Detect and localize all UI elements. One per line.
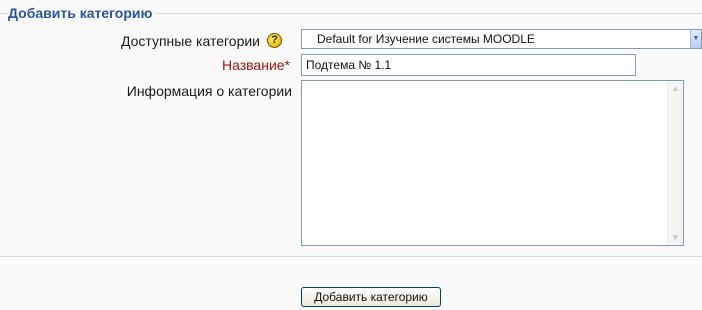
parent-category-selected-value: Default for Изучение системы MOODLE bbox=[317, 32, 535, 46]
add-category-submit-button[interactable]: Добавить категорию bbox=[301, 287, 441, 307]
category-name-input[interactable] bbox=[301, 54, 636, 76]
form-legend: Добавить категорию bbox=[8, 4, 156, 22]
scroll-up-arrow-icon[interactable]: ▲ bbox=[668, 81, 683, 96]
textarea-vertical-scrollbar[interactable]: ▲ ▼ bbox=[667, 81, 683, 245]
chevron-down-icon[interactable]: ▼ bbox=[690, 30, 701, 48]
category-info-label: Информация о категории bbox=[126, 83, 292, 99]
scroll-down-arrow-icon[interactable]: ▼ bbox=[668, 230, 683, 245]
question-help-icon[interactable]: ? bbox=[267, 33, 282, 48]
category-name-label: Название* bbox=[222, 56, 290, 74]
required-asterisk: * bbox=[284, 57, 290, 73]
parent-category-select[interactable]: Default for Изучение системы MOODLE ▼ bbox=[301, 29, 702, 49]
form-divider bbox=[0, 256, 702, 257]
add-category-page: Добавить категорию Доступные категории ?… bbox=[0, 0, 702, 310]
category-info-textarea[interactable]: ▲ ▼ bbox=[301, 80, 684, 246]
parent-category-label: Доступные категории bbox=[120, 33, 260, 49]
category-name-label-text: Название bbox=[221, 57, 285, 73]
